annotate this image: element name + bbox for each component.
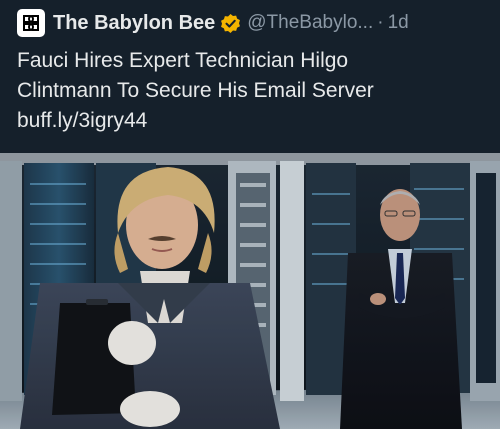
meta-separator: ·	[377, 12, 384, 33]
tweet-text-line: Clintmann To Secure His Email Server	[17, 79, 374, 102]
tweet-header: The Babylon Bee @TheBabylo... · 1d	[17, 9, 409, 37]
timestamp[interactable]: 1d	[388, 12, 409, 34]
verified-badge-icon[interactable]	[220, 13, 241, 34]
server-room-photo	[0, 153, 500, 429]
tweet-text-line: Fauci Hires Expert Technician Hilgo	[17, 49, 349, 72]
babylon-bee-logo-icon	[21, 13, 41, 33]
tweet-link[interactable]: buff.ly/3igry44	[17, 106, 487, 136]
author-handle[interactable]: @TheBabylo...	[247, 12, 373, 34]
avatar[interactable]	[17, 9, 45, 37]
author-display-name[interactable]: The Babylon Bee	[53, 12, 215, 35]
tweet-card[interactable]: The Babylon Bee @TheBabylo... · 1d Fauci…	[0, 0, 500, 429]
tweet-media-image[interactable]	[0, 153, 500, 429]
tweet-text: Fauci Hires Expert Technician Hilgo Clin…	[17, 46, 487, 136]
